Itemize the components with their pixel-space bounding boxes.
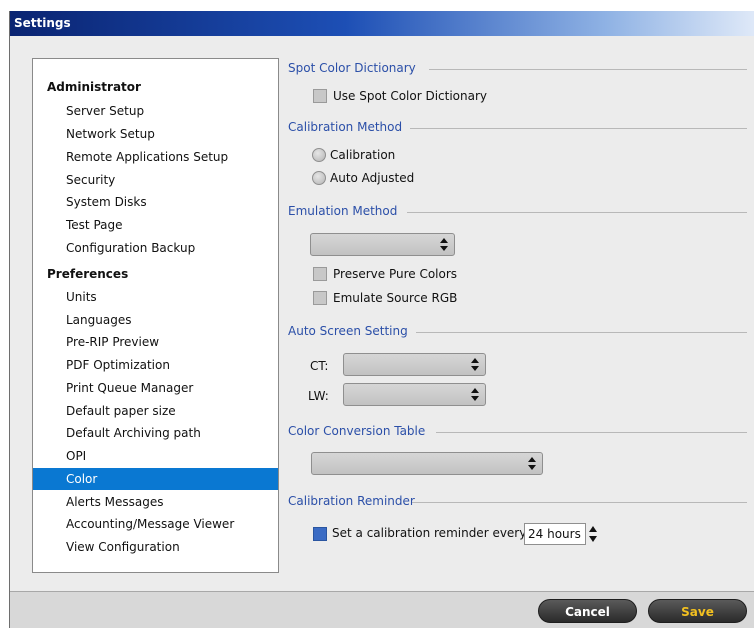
tree-item-security[interactable]: Security bbox=[33, 169, 278, 191]
section-divider bbox=[407, 212, 747, 213]
updown-arrows-icon bbox=[471, 358, 479, 371]
emulate-source-rgb-label: Emulate Source RGB bbox=[333, 291, 458, 305]
title-bar[interactable]: Settings bbox=[10, 11, 754, 36]
tree-item-system-disks[interactable]: System Disks bbox=[33, 191, 278, 213]
updown-arrows-icon[interactable] bbox=[588, 525, 598, 543]
tree-item-network-setup[interactable]: Network Setup bbox=[33, 123, 278, 145]
section-header-emulation-method: Emulation Method bbox=[288, 204, 398, 218]
color-conversion-select[interactable] bbox=[311, 452, 543, 475]
calibration-radio-label: Calibration bbox=[330, 148, 396, 162]
auto-adjusted-radio[interactable] bbox=[312, 171, 326, 185]
use-spot-color-checkbox[interactable] bbox=[313, 89, 327, 103]
calibration-radio[interactable] bbox=[312, 148, 326, 162]
cancel-button[interactable]: Cancel bbox=[538, 599, 637, 623]
ct-select[interactable] bbox=[343, 353, 486, 376]
updown-arrows-icon bbox=[528, 457, 536, 470]
tree-item-view-configuration[interactable]: View Configuration bbox=[33, 536, 278, 558]
ct-label: CT: bbox=[310, 359, 329, 373]
calibration-reminder-label: Set a calibration reminder every bbox=[332, 526, 527, 540]
section-divider bbox=[429, 69, 747, 70]
calibration-reminder-checkbox[interactable] bbox=[313, 527, 327, 541]
tree-item-remote-applications-setup[interactable]: Remote Applications Setup bbox=[33, 146, 278, 168]
section-divider bbox=[410, 128, 747, 129]
emulate-source-rgb-checkbox[interactable] bbox=[313, 291, 327, 305]
window-title: Settings bbox=[14, 16, 71, 30]
section-header-spot-color: Spot Color Dictionary bbox=[288, 61, 416, 75]
updown-arrows-icon bbox=[471, 388, 479, 401]
settings-tree: Administrator Server Setup Network Setup… bbox=[32, 58, 279, 573]
tree-item-opi[interactable]: OPI bbox=[33, 445, 278, 467]
tree-group-administrator[interactable]: Administrator bbox=[33, 76, 278, 98]
tree-item-default-archiving-path[interactable]: Default Archiving path bbox=[33, 422, 278, 444]
tree-item-accounting-message-viewer[interactable]: Accounting/Message Viewer bbox=[33, 513, 278, 535]
tree-item-alerts-messages[interactable]: Alerts Messages bbox=[33, 491, 278, 513]
tree-item-configuration-backup[interactable]: Configuration Backup bbox=[33, 237, 278, 259]
lw-select[interactable] bbox=[343, 383, 486, 406]
emulation-method-select[interactable] bbox=[310, 233, 455, 256]
use-spot-color-label: Use Spot Color Dictionary bbox=[333, 89, 488, 103]
lw-label: LW: bbox=[308, 389, 329, 403]
updown-arrows-icon bbox=[440, 238, 448, 251]
section-divider bbox=[416, 332, 747, 333]
tree-item-units[interactable]: Units bbox=[33, 286, 278, 308]
tree-item-server-setup[interactable]: Server Setup bbox=[33, 100, 278, 122]
tree-item-pre-rip-preview[interactable]: Pre-RIP Preview bbox=[33, 331, 278, 353]
section-header-calibration-reminder: Calibration Reminder bbox=[288, 494, 415, 508]
preserve-pure-colors-label: Preserve Pure Colors bbox=[333, 267, 458, 281]
settings-window: Settings Administrator Server Setup Netw… bbox=[9, 11, 754, 628]
section-header-auto-screen: Auto Screen Setting bbox=[288, 324, 408, 338]
section-header-calibration-method: Calibration Method bbox=[288, 120, 403, 134]
action-bar: Cancel Save bbox=[10, 591, 754, 628]
tree-item-print-queue-manager[interactable]: Print Queue Manager bbox=[33, 377, 278, 399]
tree-item-test-page[interactable]: Test Page bbox=[33, 214, 278, 236]
tree-item-color[interactable]: Color bbox=[33, 468, 278, 490]
tree-item-default-paper-size[interactable]: Default paper size bbox=[33, 400, 278, 422]
section-divider bbox=[436, 432, 747, 433]
tree-group-preferences[interactable]: Preferences bbox=[33, 263, 278, 285]
reminder-interval-field[interactable]: 24 hours bbox=[524, 523, 586, 545]
tree-item-pdf-optimization[interactable]: PDF Optimization bbox=[33, 354, 278, 376]
section-header-color-conversion: Color Conversion Table bbox=[288, 424, 426, 438]
auto-adjusted-radio-label: Auto Adjusted bbox=[330, 171, 415, 185]
section-divider bbox=[412, 502, 747, 503]
tree-item-languages[interactable]: Languages bbox=[33, 309, 278, 331]
save-button[interactable]: Save bbox=[648, 599, 747, 623]
preserve-pure-colors-checkbox[interactable] bbox=[313, 267, 327, 281]
